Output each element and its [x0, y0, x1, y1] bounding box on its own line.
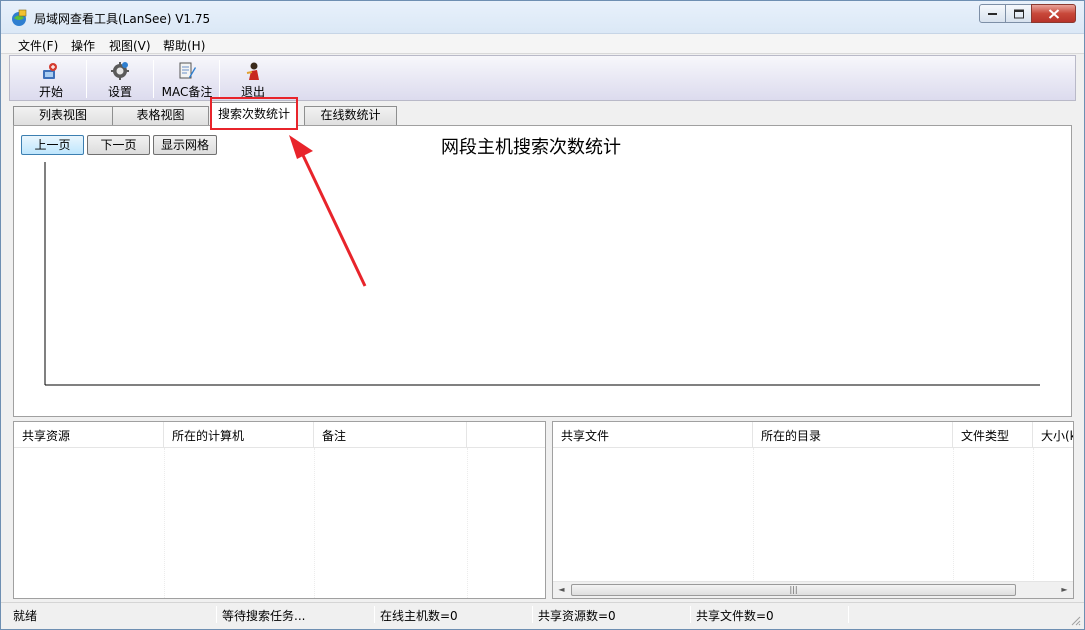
status-task: 等待搜索任务...	[222, 609, 306, 623]
status-divider	[848, 606, 849, 623]
status-divider	[374, 606, 375, 623]
window-controls	[979, 4, 1076, 23]
menu-operate[interactable]: 操作	[71, 37, 95, 54]
tab-list-view[interactable]: 列表视图	[13, 106, 113, 125]
shares-list-header: 共享资源 所在的计算机 备注	[14, 422, 545, 448]
tab-table-view[interactable]: 表格视图	[112, 106, 209, 125]
menu-view[interactable]: 视图(V)	[109, 37, 151, 54]
start-label: 开始	[38, 85, 63, 99]
files-list-header: 共享文件 所在的目录 文件类型 大小(k	[553, 422, 1073, 448]
next-page-button[interactable]: 下一页	[87, 135, 150, 155]
exit-button[interactable]: 退出	[221, 56, 285, 100]
status-state: 就绪	[13, 609, 38, 623]
scrollbar-thumb[interactable]: |||	[571, 584, 1016, 596]
files-list[interactable]: 共享文件 所在的目录 文件类型 大小(k ◄ ||| ►	[552, 421, 1074, 599]
mac-note-icon	[177, 61, 197, 81]
status-online-hosts: 在线主机数=0	[380, 609, 458, 623]
column-header-file-type[interactable]: 文件类型	[953, 422, 1033, 447]
app-window: 局域网查看工具(LanSee) V1.75 文件(F) 操作 视图(V) 帮助(…	[0, 0, 1085, 630]
tab-online-count-stats[interactable]: 在线数统计	[304, 106, 397, 125]
grid-line	[953, 448, 954, 598]
title-bar[interactable]: 局域网查看工具(LanSee) V1.75	[1, 1, 1084, 34]
app-icon	[10, 9, 28, 27]
exit-icon	[243, 61, 263, 81]
prev-page-button[interactable]: 上一页	[21, 135, 84, 155]
status-divider	[216, 606, 217, 623]
grid-line	[314, 448, 315, 598]
column-header-file[interactable]: 共享文件	[553, 422, 753, 447]
toolbar-separator	[86, 60, 87, 98]
settings-icon	[110, 61, 130, 81]
maximize-button[interactable]	[1005, 4, 1032, 23]
scroll-right-arrow-icon[interactable]: ►	[1056, 582, 1073, 598]
settings-button[interactable]: 设置	[88, 56, 152, 100]
grid-line	[753, 448, 754, 598]
annotation-arrow-icon	[289, 135, 367, 287]
window-title: 局域网查看工具(LanSee) V1.75	[34, 12, 211, 26]
chart-pane: 上一页 下一页 显示网格 网段主机搜索次数统计	[13, 125, 1072, 417]
chart-canvas	[44, 162, 1040, 386]
chart-title: 网段主机搜索次数统计	[441, 137, 621, 158]
show-grid-button[interactable]: 显示网格	[153, 135, 217, 155]
column-header-share[interactable]: 共享资源	[14, 422, 164, 447]
grid-line	[164, 448, 165, 598]
close-icon	[1048, 8, 1059, 19]
column-header-size[interactable]: 大小(k	[1033, 422, 1073, 447]
status-divider	[690, 606, 691, 623]
status-shared-resources: 共享资源数=0	[538, 609, 616, 623]
close-button[interactable]	[1031, 4, 1076, 23]
menu-bar: 文件(F) 操作 视图(V) 帮助(H)	[1, 34, 1084, 54]
toolbar: 开始 设置 MAC备注 退出	[9, 55, 1076, 101]
scroll-left-arrow-icon[interactable]: ◄	[553, 582, 570, 598]
status-bar: 就绪 等待搜索任务... 在线主机数=0 共享资源数=0 共享文件数=0	[1, 602, 1084, 629]
column-header-directory[interactable]: 所在的目录	[753, 422, 953, 447]
tab-strip: 列表视图 表格视图 搜索次数统计 在线数统计	[11, 102, 1076, 126]
shares-list[interactable]: 共享资源 所在的计算机 备注	[13, 421, 546, 599]
horizontal-scrollbar[interactable]: ◄ ||| ►	[553, 581, 1073, 598]
resize-grip-icon[interactable]	[1069, 614, 1081, 626]
status-shared-files: 共享文件数=0	[696, 609, 774, 623]
start-icon	[41, 61, 61, 81]
toolbar-separator	[153, 60, 154, 98]
menu-help[interactable]: 帮助(H)	[163, 37, 205, 54]
toolbar-separator	[219, 60, 220, 98]
column-header-computer[interactable]: 所在的计算机	[164, 422, 314, 447]
maximize-icon	[1013, 9, 1024, 18]
column-header-note[interactable]: 备注	[314, 422, 467, 447]
menu-file[interactable]: 文件(F)	[18, 37, 58, 54]
settings-label: 设置	[107, 85, 132, 99]
status-divider	[532, 606, 533, 623]
annotation-highlight-box	[210, 97, 298, 130]
start-button[interactable]: 开始	[18, 56, 84, 100]
grid-line	[1033, 448, 1034, 598]
minimize-icon	[987, 12, 997, 15]
grid-line	[467, 448, 468, 598]
minimize-button[interactable]	[979, 4, 1006, 23]
mac-note-button[interactable]: MAC备注	[155, 56, 219, 100]
